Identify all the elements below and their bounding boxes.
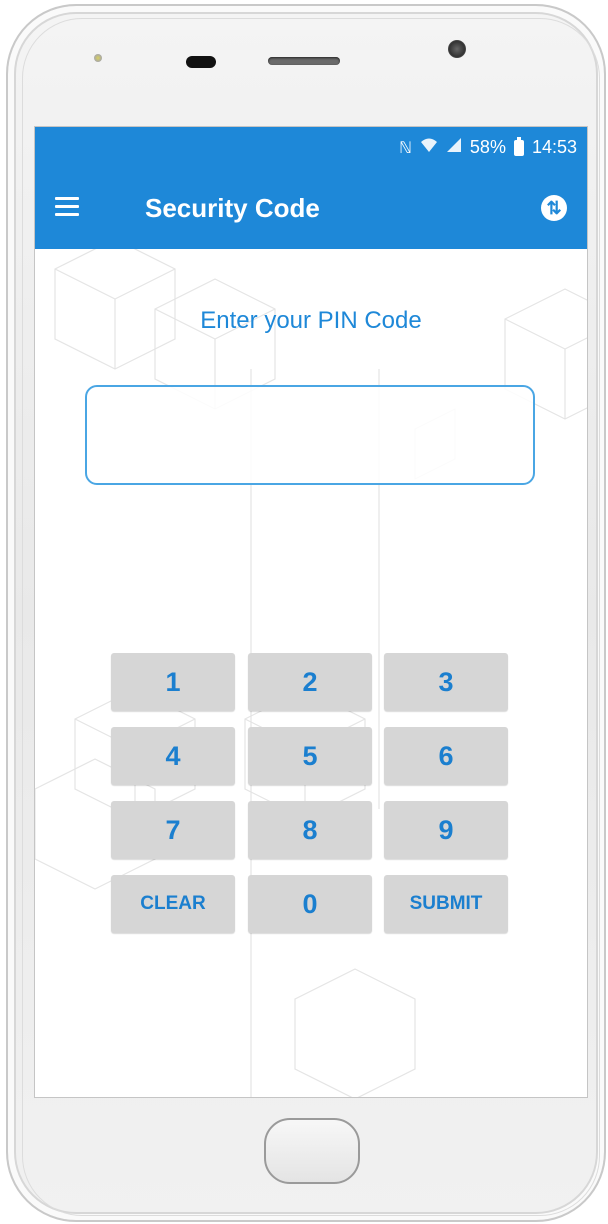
proximity-sensor bbox=[186, 56, 216, 68]
page-title: Security Code bbox=[145, 193, 320, 223]
key-2[interactable]: 2 bbox=[248, 653, 372, 711]
nfc-icon: ℕ bbox=[399, 139, 412, 157]
submit-button[interactable]: SUBMIT bbox=[384, 875, 508, 933]
status-bar: ℕ 58% 14:53 bbox=[35, 127, 587, 167]
signal-icon bbox=[446, 137, 462, 158]
key-5[interactable]: 5 bbox=[248, 727, 372, 785]
phone-screen: ℕ 58% 14:53 Security Code ⇅ Enter your P… bbox=[34, 126, 588, 1098]
indicator-light bbox=[94, 54, 102, 62]
front-camera-icon bbox=[448, 40, 466, 58]
app-bar: Security Code ⇅ bbox=[35, 167, 587, 249]
pin-prompt: Enter your PIN Code bbox=[200, 307, 422, 334]
sync-icon[interactable]: ⇅ bbox=[541, 195, 567, 221]
key-0[interactable]: 0 bbox=[248, 875, 372, 933]
battery-icon bbox=[513, 136, 524, 156]
status-time: 14:53 bbox=[531, 137, 577, 157]
clear-button[interactable]: CLEAR bbox=[111, 875, 235, 933]
key-3[interactable]: 3 bbox=[384, 653, 508, 711]
key-7[interactable]: 7 bbox=[111, 801, 235, 859]
key-9[interactable]: 9 bbox=[384, 801, 508, 859]
key-8[interactable]: 8 bbox=[248, 801, 372, 859]
hamburger-menu-icon[interactable] bbox=[55, 197, 79, 217]
key-1[interactable]: 1 bbox=[111, 653, 235, 711]
key-6[interactable]: 6 bbox=[384, 727, 508, 785]
battery-percent: 58% bbox=[469, 137, 506, 157]
earpiece-speaker bbox=[268, 57, 340, 65]
wifi-icon bbox=[420, 137, 438, 158]
home-button[interactable] bbox=[264, 1118, 360, 1184]
pin-input[interactable] bbox=[85, 385, 535, 485]
key-4[interactable]: 4 bbox=[111, 727, 235, 785]
